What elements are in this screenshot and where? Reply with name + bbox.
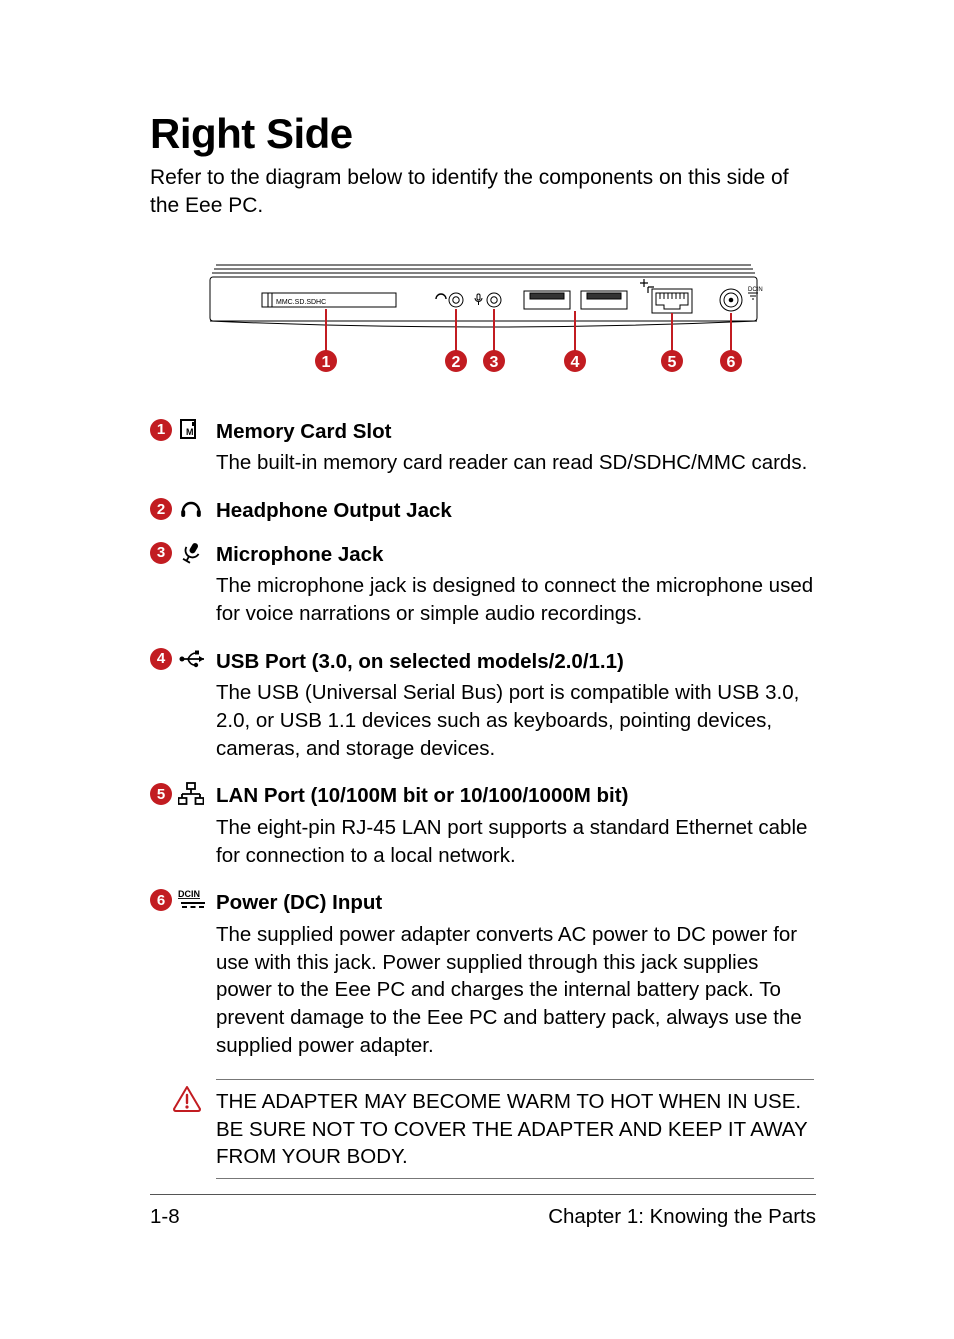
item-desc: The built-in memory card reader can read… xyxy=(216,449,814,477)
dcin-diagram-label: DCIN xyxy=(748,287,763,293)
item-title: Microphone Jack xyxy=(216,541,814,569)
callout-5: 5 xyxy=(668,354,677,371)
warning-icon xyxy=(172,1085,202,1118)
dcin-icon: DCIN xyxy=(178,889,208,911)
page-footer: 1-8 Chapter 1: Knowing the Parts xyxy=(150,1194,816,1229)
svg-text:DCIN: DCIN xyxy=(178,889,200,899)
callout-2: 2 xyxy=(452,354,461,371)
slot-label: MMC.SD.SDHC xyxy=(276,299,326,306)
usb-icon xyxy=(178,649,208,669)
item-title: Power (DC) Input xyxy=(216,889,814,917)
item-headphone: 2 Headphone Output Jack xyxy=(150,497,814,535)
item-desc: The microphone jack is designed to conne… xyxy=(216,572,814,627)
warning-box: THE ADAPTER MAY BECOME WARM TO HOT WHEN … xyxy=(150,1079,814,1179)
num-badge-3: 3 xyxy=(150,542,172,564)
item-memory-card: 1 M Memory Card Slot The built-in memory… xyxy=(150,418,814,491)
item-title: Headphone Output Jack xyxy=(216,497,814,525)
item-desc: The eight-pin RJ-45 LAN port supports a … xyxy=(216,814,814,869)
num-badge-1: 1 xyxy=(150,419,172,441)
side-diagram: MMC.SD.SDHC xyxy=(176,243,788,383)
item-title: USB Port (3.0, on selected models/2.0/1.… xyxy=(216,648,814,676)
num-badge-5: 5 xyxy=(150,783,172,805)
footer-chapter: Chapter 1: Knowing the Parts xyxy=(548,1205,816,1229)
num-badge-2: 2 xyxy=(150,498,172,520)
page-title: Right Side xyxy=(150,110,814,158)
lan-icon xyxy=(178,782,204,806)
item-dcin: 6 DCIN Power (DC) Input The supplied pow… xyxy=(150,889,814,1073)
num-badge-4: 4 xyxy=(150,648,172,670)
callout-1: 1 xyxy=(322,354,331,371)
intro-text: Refer to the diagram below to identify t… xyxy=(150,164,814,221)
svg-text:M: M xyxy=(186,427,194,437)
callout-6: 6 xyxy=(727,354,736,371)
footer-page-number: 1-8 xyxy=(150,1205,180,1229)
item-microphone: 3 Microphone Jack The microphone jack is… xyxy=(150,541,814,642)
num-badge-6: 6 xyxy=(150,889,172,911)
item-lan: 5 LAN Port (10/100M bit or 10/100/1000M … xyxy=(150,782,814,883)
item-title: LAN Port (10/100M bit or 10/100/1000M bi… xyxy=(216,782,814,810)
callout-4: 4 xyxy=(571,354,580,371)
item-usb: 4 USB Port (3.0, on selected models/2.0/… xyxy=(150,648,814,777)
item-desc: The supplied power adapter converts AC p… xyxy=(216,921,814,1059)
item-title: Memory Card Slot xyxy=(216,418,814,446)
headphone-icon xyxy=(178,497,204,521)
memory-card-icon: M xyxy=(178,418,204,442)
item-desc: The USB (Universal Serial Bus) port is c… xyxy=(216,679,814,762)
microphone-icon xyxy=(178,541,204,565)
warning-text: THE ADAPTER MAY BECOME WARM TO HOT WHEN … xyxy=(216,1079,814,1179)
callout-3: 3 xyxy=(490,354,499,371)
